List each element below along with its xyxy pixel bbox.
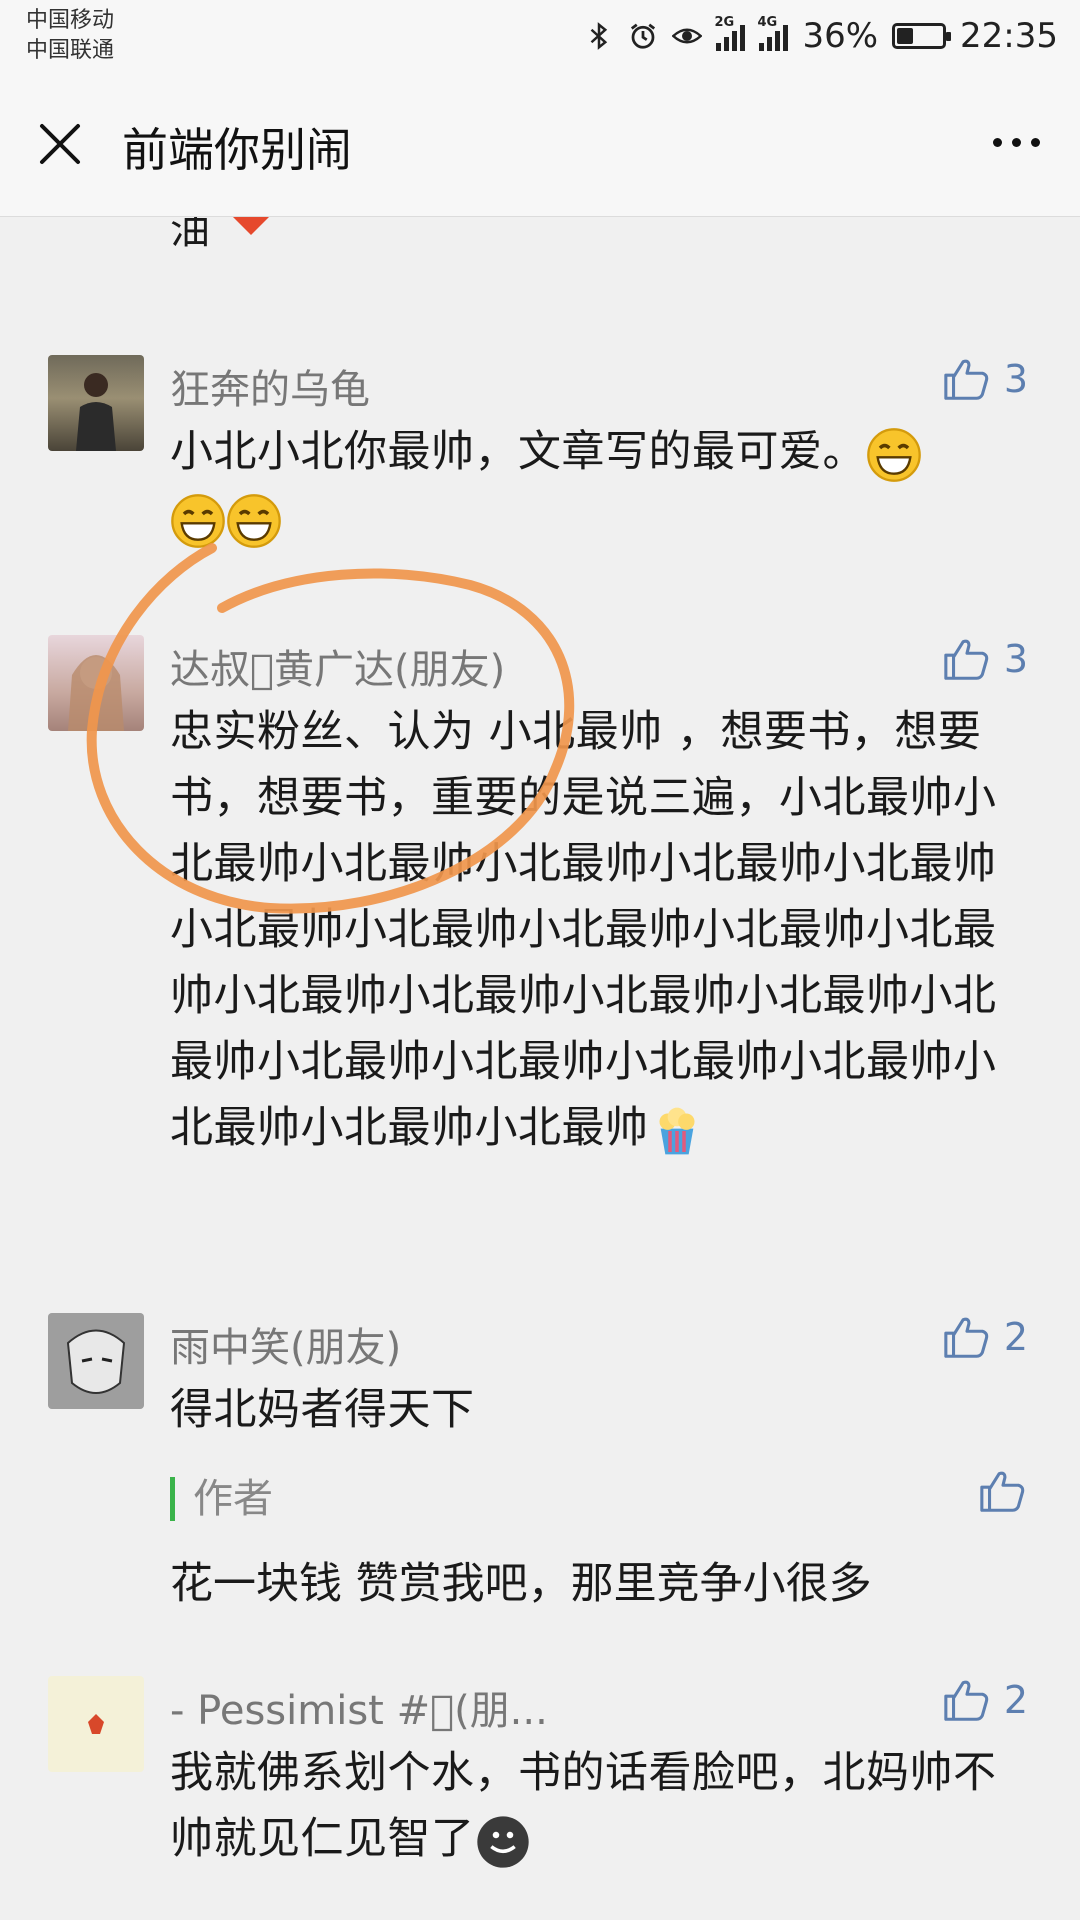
signal-4g-icon: 4G bbox=[757, 15, 789, 51]
comment-text: 小北小北你最帅，文章写的最可爱。 bbox=[170, 419, 1015, 551]
status-bar: 中国移动 中国联通 2G 4G 36% 22:35 bbox=[0, 0, 1080, 70]
like-count: 3 bbox=[1003, 637, 1028, 681]
snippet-text: 油 bbox=[170, 217, 210, 253]
avatar[interactable] bbox=[48, 1313, 144, 1409]
grin-emoji-icon bbox=[227, 493, 281, 548]
thumbs-up-icon bbox=[980, 1471, 1025, 1512]
thumbs-up-icon bbox=[944, 639, 989, 680]
author-reply-text: 花一块钱 赞赏我吧，那里竞争小很多 bbox=[170, 1559, 872, 1609]
close-icon[interactable] bbox=[36, 120, 84, 168]
author-reply-label: 作者 bbox=[170, 1477, 273, 1521]
like-count: 3 bbox=[1003, 357, 1028, 401]
comment-author[interactable]: - Pessimist # (朋... bbox=[170, 1678, 548, 1736]
like-button[interactable]: 3 bbox=[942, 355, 1028, 403]
signal-2g-icon: 2G bbox=[714, 15, 746, 51]
battery-percent: 36% bbox=[802, 16, 879, 56]
like-button[interactable]: 3 bbox=[942, 635, 1028, 683]
comment-author[interactable]: 雨中笑(朋友) bbox=[170, 1315, 401, 1373]
like-count: 2 bbox=[1003, 1678, 1028, 1722]
page-title: 前端你别闹 bbox=[122, 123, 352, 177]
avatar[interactable] bbox=[48, 635, 144, 731]
previous-comment-tail: 油 bbox=[170, 217, 279, 260]
more-options-button[interactable] bbox=[993, 138, 1040, 147]
alarm-icon bbox=[631, 23, 656, 49]
comment-text: 忠实粉丝、认为 小北最帅 ，想要书，想要书，想要书，重要的是说三遍，小北最帅小北… bbox=[170, 699, 1015, 1161]
thumbs-up-icon bbox=[944, 1317, 989, 1358]
popcorn-emoji-icon bbox=[659, 1107, 694, 1154]
grin-emoji-icon bbox=[171, 493, 225, 548]
avatar[interactable] bbox=[48, 1676, 144, 1772]
comment-text: 我就佛系划个水，书的话看脸吧，北妈帅不帅就见仁见智了 bbox=[170, 1740, 1015, 1872]
heart-emoji-icon bbox=[232, 217, 269, 235]
comment-text: 得北妈者得天下 bbox=[170, 1377, 1015, 1443]
comment-author[interactable]: 狂奔的乌龟 bbox=[170, 357, 370, 415]
smile-emoji-icon bbox=[476, 1815, 529, 1868]
battery-fill bbox=[897, 28, 914, 44]
like-button[interactable]: 2 bbox=[942, 1676, 1028, 1724]
thumbs-up-icon bbox=[944, 1680, 989, 1721]
status-icons: 2G 4G 36% 22:35 bbox=[584, 14, 1058, 58]
comment-body: 小北小北你最帅，文章写的最可爱。 bbox=[170, 427, 866, 477]
comment-body: 我就佛系划个水，书的话看脸吧，北妈帅不帅就见仁见智了 bbox=[170, 1748, 997, 1864]
like-button[interactable]: 2 bbox=[942, 1313, 1028, 1361]
eye-comfort-icon bbox=[672, 28, 703, 44]
clock: 22:35 bbox=[960, 16, 1058, 56]
comment-author[interactable]: 达叔 黄广达(朋友) bbox=[170, 637, 505, 695]
like-count: 2 bbox=[1003, 1315, 1028, 1359]
reply-like-button[interactable] bbox=[978, 1467, 1028, 1519]
carrier-1: 中国移动 bbox=[26, 8, 115, 33]
carrier-2: 中国联通 bbox=[26, 38, 115, 63]
comment-body: 忠实粉丝、认为 小北最帅 ，想要书，想要书，想要书，重要的是说三遍，小北最帅小北… bbox=[170, 707, 997, 1153]
avatar[interactable] bbox=[48, 355, 144, 451]
grin-emoji-icon bbox=[867, 427, 921, 482]
battery-icon bbox=[892, 23, 952, 49]
comment-body: 得北妈者得天下 bbox=[170, 1385, 475, 1435]
thumbs-up-icon bbox=[944, 359, 989, 400]
comment-list[interactable]: 油 狂奔的乌龟 3 小北小北你最帅，文章写的最可爱。 达叔 黄广达(朋友) 3 … bbox=[0, 217, 1080, 1920]
bluetooth-icon bbox=[591, 22, 608, 50]
nav-bar: 前端你别闹 bbox=[0, 70, 1080, 217]
